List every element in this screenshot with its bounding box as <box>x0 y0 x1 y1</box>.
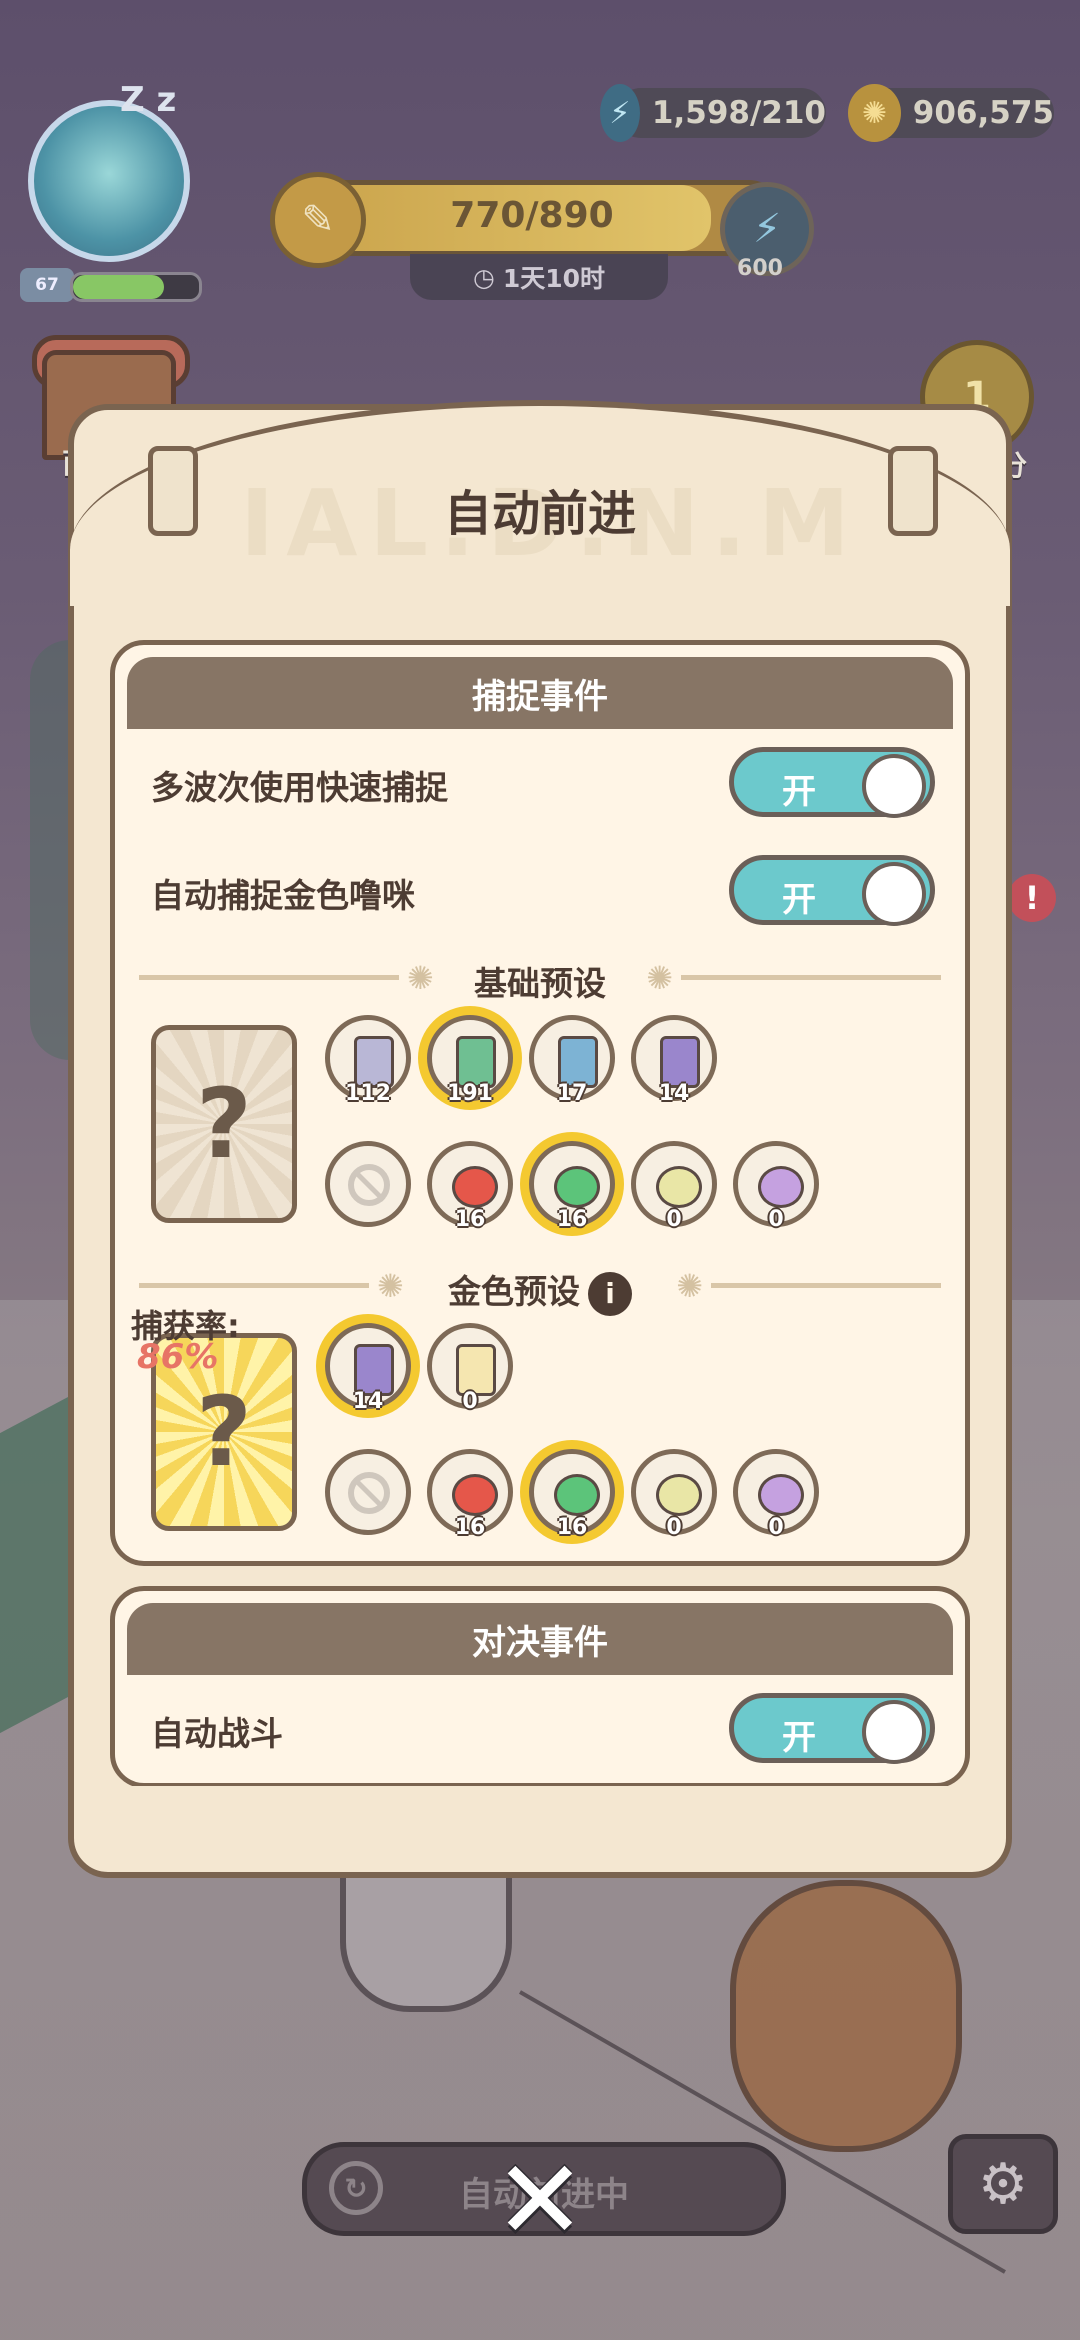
candy-icon <box>452 1474 498 1516</box>
capture-event-card: 捕捉事件 多波次使用快速捕捉 开 自动捕捉金色噜咪 开 ✺ ✺ 基础预设 ? 1… <box>110 640 970 1566</box>
candy-icon <box>656 1474 702 1516</box>
bolt-reward-value: 600 <box>737 256 783 281</box>
event-map-icon: ✎ <box>270 172 366 268</box>
no-candy-slot[interactable] <box>325 1449 411 1535</box>
capture-card-slot[interactable]: 112 <box>325 1015 411 1106</box>
slot-count: 16 <box>556 1207 588 1232</box>
background-backpack <box>730 1880 962 2152</box>
slot-count: 191 <box>447 1081 493 1106</box>
toggle-on-text: 开 <box>782 1718 816 1758</box>
candy-slot[interactable]: 0 <box>733 1449 819 1540</box>
multi-wave-label: 多波次使用快速捕捉 <box>151 768 448 807</box>
capture-card-slot[interactable]: 0 <box>427 1323 513 1414</box>
coin-value: 906,575 <box>912 95 1054 131</box>
clock-icon: ◷ <box>472 262 495 292</box>
candy-icon <box>758 1474 804 1516</box>
slot-count: 17 <box>556 1081 588 1106</box>
toggle-knob <box>862 862 926 926</box>
gold-preset: ? 捕获率: 86% 14 0 16 16 0 0 <box>115 1307 965 1561</box>
gold-preset-heading: ✺ ✺ 金色预设 i <box>115 1253 965 1316</box>
auto-battle-label: 自动战斗 <box>151 1714 283 1753</box>
capture-card-slot[interactable]: 191 <box>427 1015 513 1106</box>
slot-count: 0 <box>666 1207 682 1232</box>
auto-gold-toggle[interactable]: 开 <box>729 855 935 926</box>
player-xp-fill <box>73 275 164 299</box>
coin-counter[interactable]: ✺ 906,575 <box>848 84 1054 142</box>
candy-icon <box>452 1166 498 1208</box>
candy-icon <box>554 1474 600 1516</box>
candy-slot[interactable]: 0 <box>631 1449 717 1540</box>
gear-icon[interactable]: ⚙ <box>948 2134 1058 2234</box>
slot-count: 112 <box>345 1081 391 1106</box>
energy-counter[interactable]: ⚡ 1,598/210 <box>600 84 826 142</box>
slot-count: 16 <box>454 1207 486 1232</box>
multi-wave-toggle[interactable]: 开 <box>729 747 935 818</box>
no-candy-slot[interactable] <box>325 1141 411 1227</box>
toggle-on-text: 开 <box>782 772 816 812</box>
slot-count: 14 <box>658 1081 690 1106</box>
capture-card-slot[interactable]: 14 <box>631 1015 717 1106</box>
capture-card-slot[interactable]: 14 <box>325 1323 411 1414</box>
slot-count: 14 <box>352 1389 384 1414</box>
slot-count: 16 <box>556 1515 588 1540</box>
capture-rate-value: 86% <box>137 1337 219 1377</box>
coin-icon: ✺ <box>848 84 901 142</box>
candy-icon <box>656 1166 702 1208</box>
gold-preset-title: 金色预设 <box>448 1272 580 1311</box>
event-timer: ◷ 1天10时 <box>410 254 668 300</box>
slot-count: 0 <box>666 1515 682 1540</box>
candy-slot[interactable]: 16 <box>529 1141 615 1232</box>
basic-preset-title: 基础预设 <box>474 964 606 1003</box>
gold-preset-title-wrap: 金色预设 i <box>115 1265 965 1316</box>
candy-slot[interactable]: 16 <box>427 1449 513 1540</box>
info-icon[interactable]: i <box>588 1271 632 1316</box>
slot-count: 0 <box>768 1207 784 1232</box>
duel-event-card: 对决事件 自动战斗 开 <box>110 1586 970 1786</box>
candy-icon <box>554 1166 600 1208</box>
basic-preset: ? 112 191 17 14 16 16 0 0 <box>115 1007 965 1253</box>
basic-preset-heading: ✺ ✺ 基础预设 <box>115 945 965 1007</box>
player-level-badge: 67 <box>20 268 74 302</box>
capture-event-header: 捕捉事件 <box>127 657 953 729</box>
energy-value: 1,598/210 <box>651 95 826 131</box>
player-avatar[interactable] <box>28 100 190 262</box>
auto-gold-label: 自动捕捉金色噜咪 <box>151 876 415 915</box>
panel-scroll-area[interactable]: 捕捉事件 多波次使用快速捕捉 开 自动捕捉金色噜咪 开 ✺ ✺ 基础预设 ? 1… <box>110 640 970 1786</box>
slot-count: 0 <box>462 1389 478 1414</box>
setting-row-auto-battle: 自动战斗 开 <box>115 1675 965 1783</box>
setting-row-auto-gold: 自动捕捉金色噜咪 开 <box>115 837 965 945</box>
player-xp-bar <box>70 272 202 302</box>
mystery-card-icon[interactable]: ? <box>151 1025 297 1223</box>
candy-slot[interactable]: 16 <box>529 1449 615 1540</box>
panel-title: 自动前进 <box>443 486 636 542</box>
toggle-knob <box>862 754 926 818</box>
toggle-on-text: 开 <box>782 880 816 920</box>
close-icon[interactable]: ✕ <box>490 2145 590 2255</box>
auto-battle-toggle[interactable]: 开 <box>729 1693 935 1764</box>
energy-icon: ⚡ <box>600 84 640 142</box>
candy-icon <box>758 1166 804 1208</box>
ban-icon <box>348 1472 390 1514</box>
duel-event-header: 对决事件 <box>127 1603 953 1675</box>
capture-card-slot[interactable]: 17 <box>529 1015 615 1106</box>
slot-count: 16 <box>454 1515 486 1540</box>
sleep-zzz-icon: Z z <box>120 80 177 120</box>
candy-slot[interactable]: 0 <box>733 1141 819 1232</box>
slot-count: 0 <box>768 1515 784 1540</box>
setting-row-multi-wave: 多波次使用快速捕捉 开 <box>115 729 965 837</box>
event-timer-text: 1天10时 <box>502 264 605 293</box>
candy-slot[interactable]: 16 <box>427 1141 513 1232</box>
toggle-knob <box>862 1700 926 1764</box>
candy-slot[interactable]: 0 <box>631 1141 717 1232</box>
alert-icon[interactable]: ! <box>1008 874 1056 922</box>
ban-icon <box>348 1164 390 1206</box>
